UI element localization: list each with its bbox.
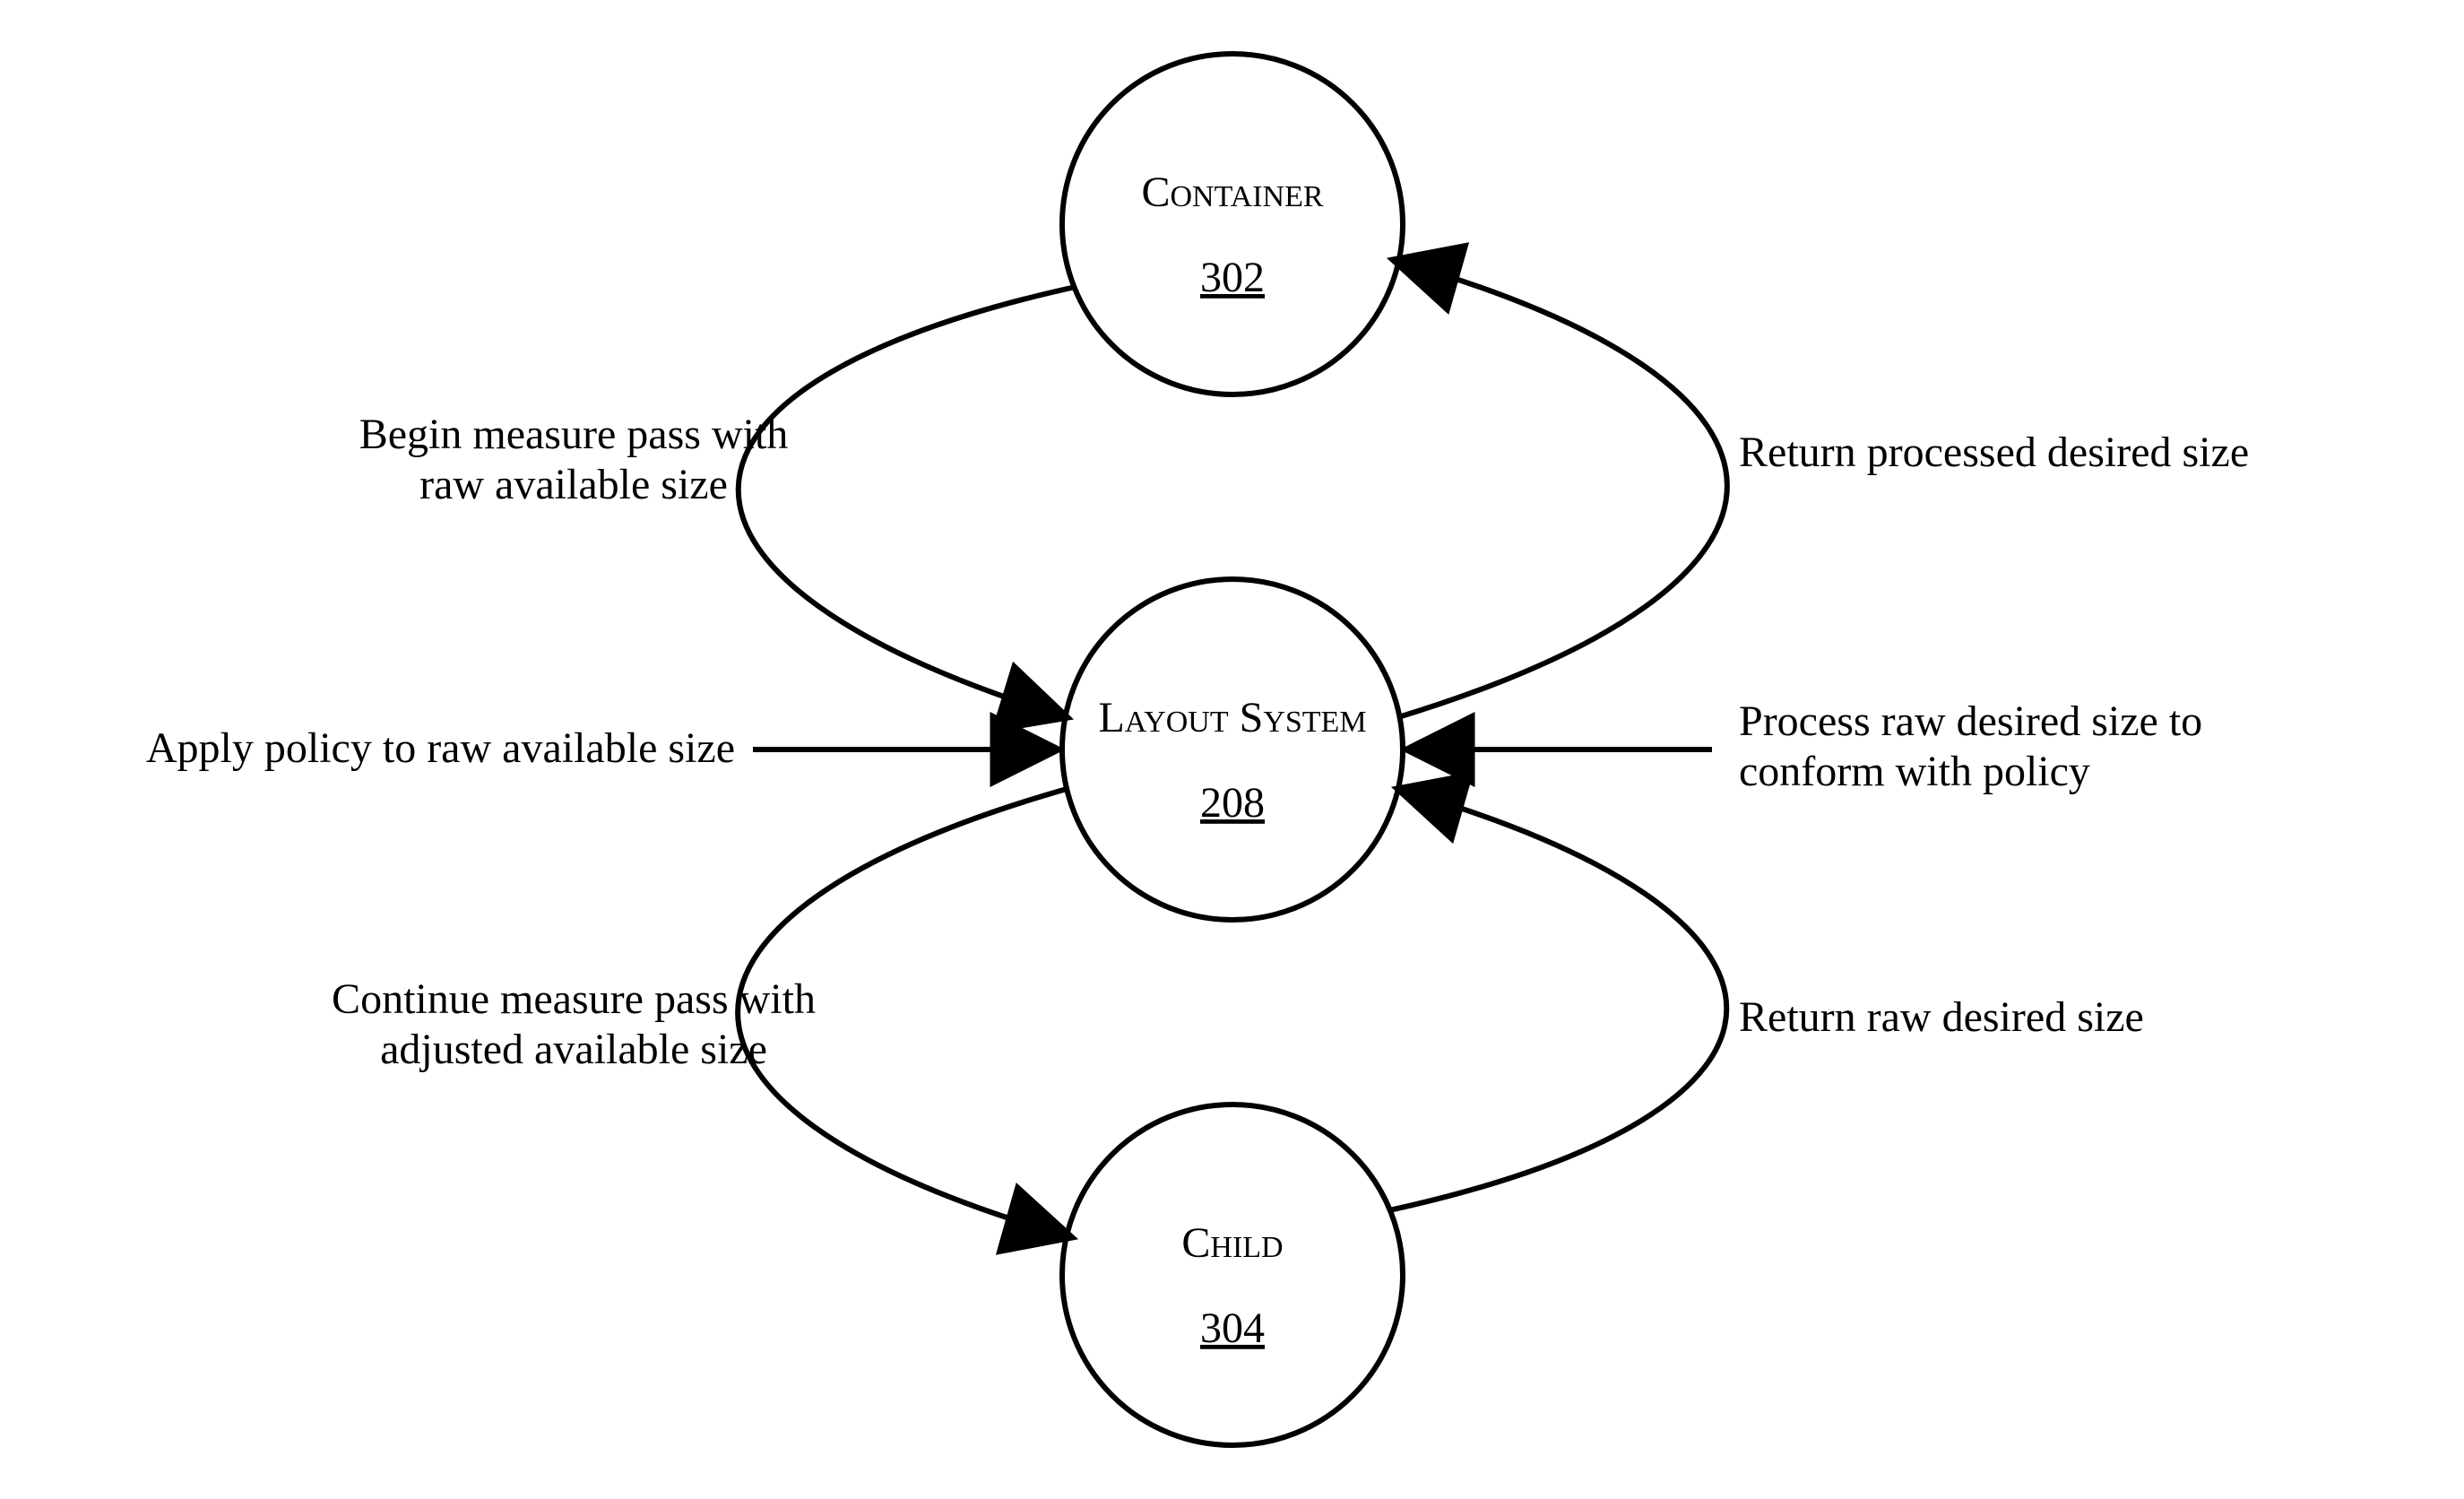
edge-return-raw bbox=[1389, 789, 1726, 1210]
label-return-processed: Return processed desired size bbox=[1739, 429, 2249, 476]
node-container-ref: 302 bbox=[1200, 254, 1265, 301]
node-layout-ref: 208 bbox=[1200, 779, 1265, 827]
label-apply-policy: Apply policy to raw available size bbox=[146, 724, 735, 772]
label-return-raw: Return raw desired size bbox=[1739, 993, 2144, 1041]
label-begin-measure-1: Begin measure pass with bbox=[359, 411, 789, 458]
label-continue-measure-2: adjusted available size bbox=[380, 1026, 767, 1073]
diagram-canvas: Container 302 Layout System 208 Child 30… bbox=[0, 0, 2464, 1499]
label-begin-measure-2: raw available size bbox=[419, 461, 728, 508]
node-child-title: Child bbox=[1181, 1219, 1283, 1267]
edge-return-processed bbox=[1394, 260, 1727, 717]
label-continue-measure-1: Continue measure pass with bbox=[332, 975, 816, 1023]
label-process-raw-2: conform with policy bbox=[1739, 748, 2090, 795]
node-layout-system: Layout System 208 bbox=[1062, 579, 1403, 920]
node-layout-title: Layout System bbox=[1098, 694, 1366, 741]
edge-begin-measure bbox=[739, 287, 1076, 717]
node-child: Child 304 bbox=[1062, 1105, 1403, 1445]
node-child-ref: 304 bbox=[1200, 1304, 1265, 1352]
label-process-raw-1: Process raw desired size to bbox=[1739, 698, 2202, 745]
node-container-title: Container bbox=[1141, 169, 1323, 216]
node-container: Container 302 bbox=[1062, 54, 1403, 394]
